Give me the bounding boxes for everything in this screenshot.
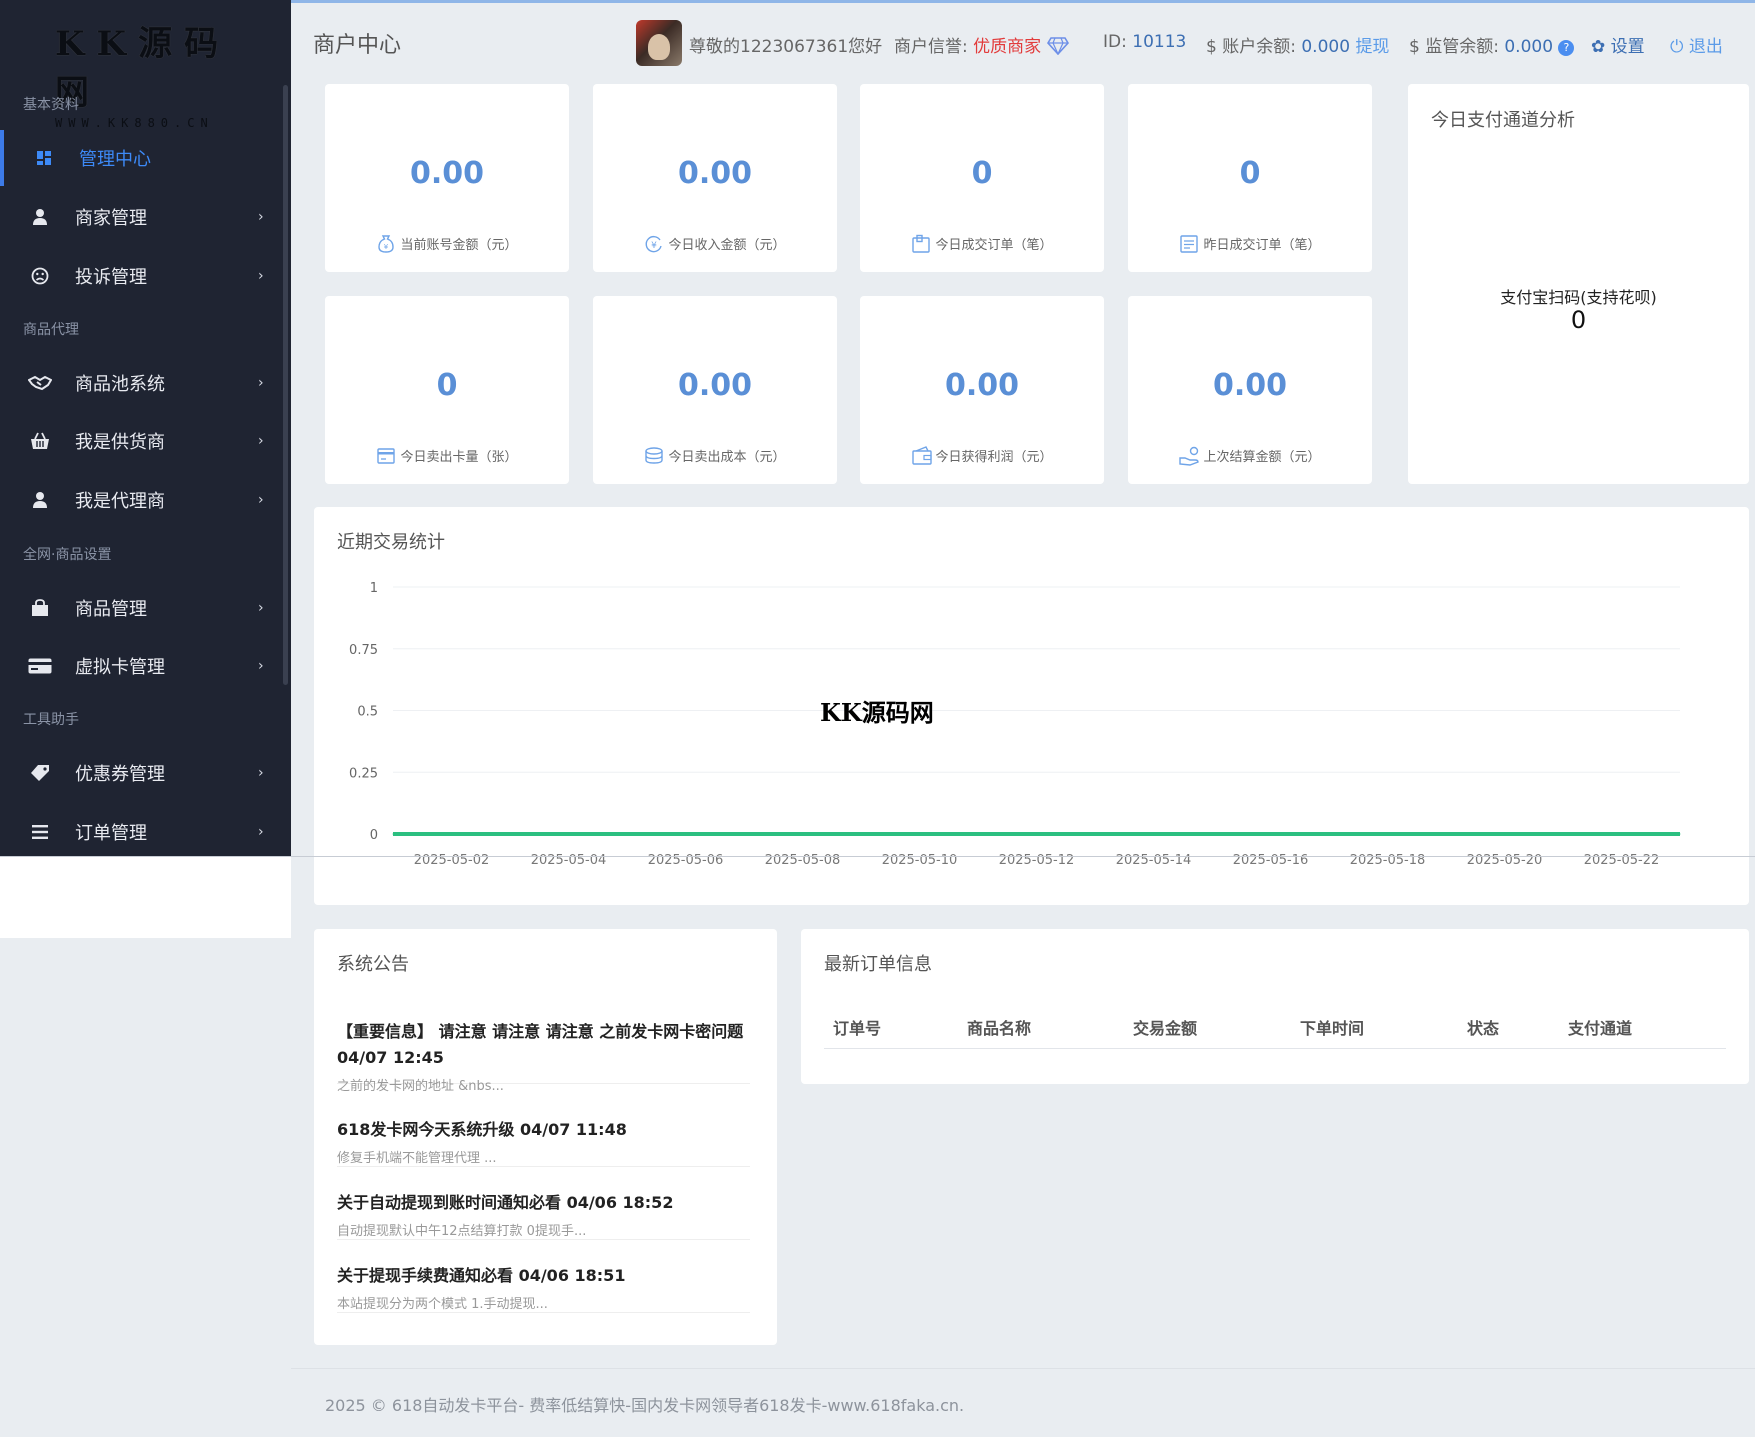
horizontal-divider <box>0 856 1755 857</box>
data-point <box>451 833 452 835</box>
notice-item[interactable]: 618发卡网今天系统升级 04/07 11:48 修复手机端不能管理代理 ... <box>337 1117 750 1167</box>
data-point <box>1036 833 1037 835</box>
data-point <box>685 833 686 835</box>
notice-item-title: 【重要信息】 请注意 请注意 请注意 之前发卡网卡密问题 04/07 12:45 <box>337 1022 744 1067</box>
notice-item-desc: 修复手机端不能管理代理 ... <box>337 1151 497 1166</box>
notice-item[interactable]: 关于自动提现到账时间通知必看 04/06 18:52 自动提现默认中午12点结算… <box>337 1190 750 1240</box>
orders-panel: 最新订单信息 <box>801 929 1749 1084</box>
data-point <box>977 833 979 835</box>
notice-item[interactable]: 【重要信息】 请注意 请注意 请注意 之前发卡网卡密问题 04/07 12:45… <box>337 1019 750 1094</box>
footer-text: 2025 © 618自动发卡平台- 费率低结算快-国内发卡网领导者618发卡-w… <box>325 1396 965 1415</box>
data-point <box>1387 833 1388 835</box>
data-point <box>509 833 511 835</box>
data-point <box>1621 833 1622 835</box>
orders-title: 最新订单信息 <box>824 954 932 975</box>
column-header-channel[interactable]: 支付通道 <box>1568 1015 1632 1039</box>
y-tick-label: 0.25 <box>349 766 378 781</box>
data-point <box>1270 833 1271 835</box>
column-header-time[interactable]: 下单时间 <box>1300 1015 1364 1039</box>
y-tick-label: 0.5 <box>357 705 378 720</box>
y-tick-label: 1 <box>370 581 378 596</box>
notice-item-desc: 自动提现默认中午12点结算打款 0提现手... <box>337 1224 587 1239</box>
data-point <box>1328 833 1330 835</box>
y-tick-label: 0.75 <box>349 643 378 658</box>
data-point <box>1094 833 1096 835</box>
notice-item-desc: 本站提现分为两个模式 1.手动提现... <box>337 1297 548 1312</box>
notice-item-title: 618发卡网今天系统升级 04/07 11:48 <box>337 1120 627 1139</box>
footer-divider <box>291 1368 1755 1369</box>
notice-title: 系统公告 <box>337 954 409 975</box>
y-tick-label: 0 <box>370 828 378 843</box>
notice-item-title: 关于提现手续费通知必看 04/06 18:51 <box>337 1266 626 1285</box>
data-point <box>1445 833 1447 835</box>
notice-item[interactable]: 关于提现手续费通知必看 04/06 18:51 本站提现分为两个模式 1.手动提… <box>337 1263 750 1313</box>
notice-item-desc: 之前的发卡网的地址 &nbs... <box>337 1079 504 1094</box>
data-point <box>1562 833 1564 835</box>
data-point <box>1153 833 1154 835</box>
data-point <box>860 833 862 835</box>
column-header-amount[interactable]: 交易金额 <box>1133 1015 1197 1039</box>
data-point <box>802 833 803 835</box>
data-point <box>1211 833 1213 835</box>
data-point <box>568 833 569 835</box>
notice-panel: 系统公告 【重要信息】 请注意 请注意 请注意 之前发卡网卡密问题 04/07 … <box>314 929 777 1345</box>
watermark-text: KK源码网 <box>820 698 934 727</box>
data-point <box>392 833 394 835</box>
notice-item-title: 关于自动提现到账时间通知必看 04/06 18:52 <box>337 1193 674 1212</box>
data-point <box>626 833 628 835</box>
column-header-product[interactable]: 商品名称 <box>967 1015 1031 1039</box>
table-header-divider <box>824 1048 1726 1049</box>
data-point <box>919 833 920 835</box>
data-point <box>1504 833 1505 835</box>
data-point <box>1679 833 1681 835</box>
data-point <box>743 833 745 835</box>
column-header-order-no[interactable]: 订单号 <box>833 1015 881 1039</box>
column-header-status[interactable]: 状态 <box>1467 1015 1499 1039</box>
